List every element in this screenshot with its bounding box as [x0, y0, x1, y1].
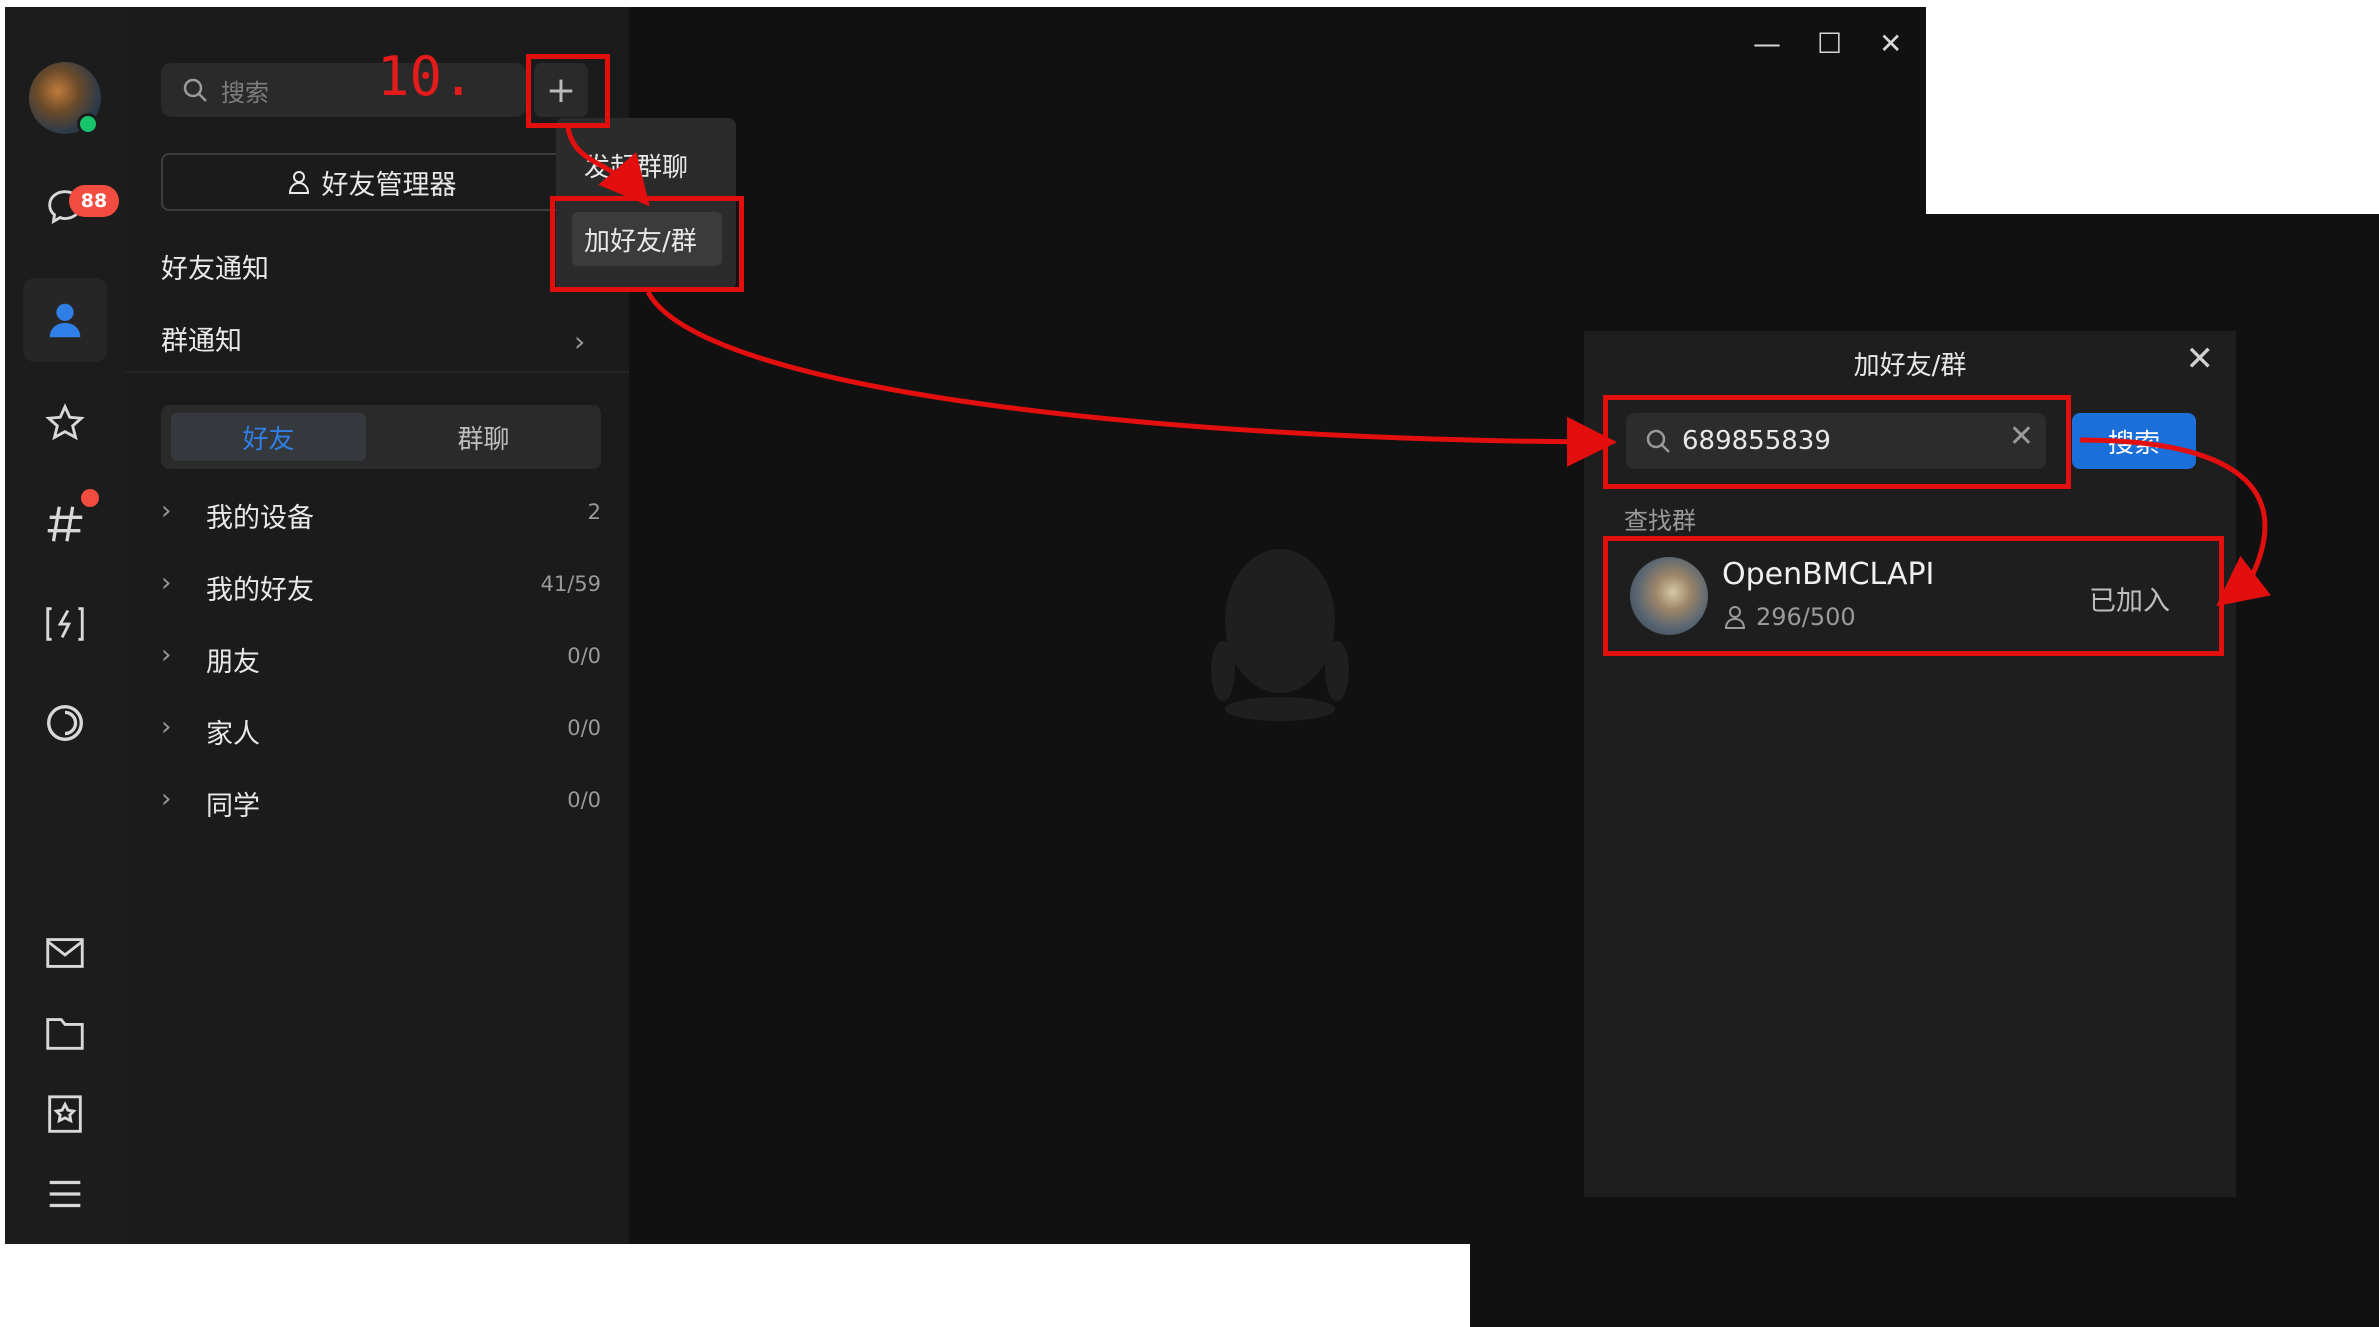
- annotation-arrow: [645, 290, 1617, 467]
- annotation-arrows: [565, 127, 2271, 607]
- annotation-arrow: [565, 127, 650, 207]
- annotation-arrow: [2079, 437, 2271, 607]
